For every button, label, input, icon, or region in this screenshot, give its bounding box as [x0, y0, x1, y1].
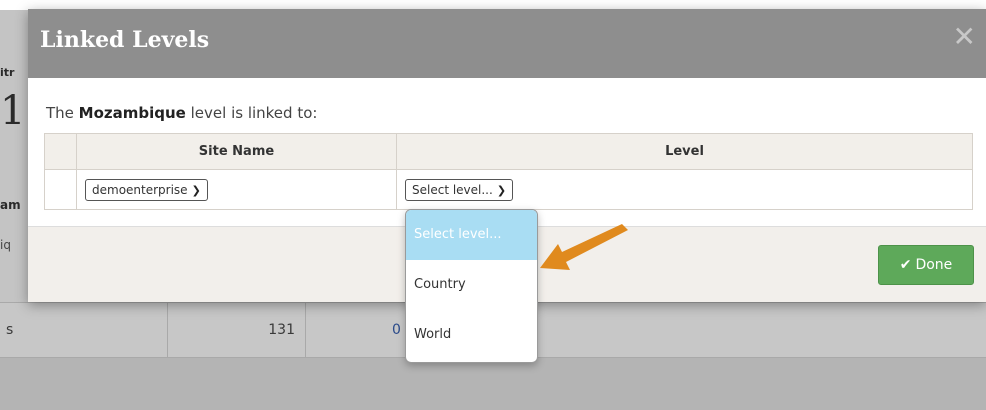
- site-name-select-value: demoenterprise: [92, 182, 188, 197]
- dropdown-option-select-level[interactable]: Select level...: [406, 210, 537, 260]
- background-cell: 131: [168, 303, 306, 357]
- level-cell: Select level... ❯: [396, 169, 973, 210]
- table-row: demoenterprise ❯ Select level... ❯: [44, 169, 973, 210]
- chevron-down-icon: ❯: [496, 183, 507, 197]
- level-select[interactable]: Select level... ❯: [405, 178, 514, 201]
- background-cell: s: [0, 303, 168, 357]
- checkmark-icon: ✔: [899, 257, 912, 273]
- row-index-cell: [44, 169, 77, 210]
- intro-text: The Mozambique level is linked to:: [46, 104, 317, 122]
- level-dropdown-list: Select level... Country World: [405, 209, 538, 363]
- annotation-arrow-icon: [540, 224, 628, 270]
- done-button[interactable]: ✔ Done: [878, 245, 974, 285]
- table-header-row: Site Name Level: [44, 133, 973, 170]
- intro-prefix: The: [46, 104, 79, 122]
- intro-suffix: level is linked to:: [185, 104, 318, 122]
- background-left-strip: [0, 10, 28, 302]
- background-link-cell: 0: [392, 322, 401, 338]
- intro-country: Mozambique: [78, 104, 186, 122]
- modal-header: Linked Levels ✕: [28, 9, 986, 78]
- dropdown-option-world[interactable]: World: [406, 310, 537, 360]
- chevron-down-icon: ❯: [191, 183, 201, 197]
- background-cell-fragment: iq: [0, 238, 11, 252]
- background-column-fragment: am: [0, 198, 21, 212]
- table-header-level: Level: [396, 133, 973, 170]
- modal-body: The Mozambique level is linked to: Site …: [28, 78, 986, 226]
- linked-levels-table: Site Name Level demoenterprise ❯ Select l…: [44, 133, 973, 210]
- table-header-index: [44, 133, 77, 170]
- dropdown-option-country[interactable]: Country: [406, 260, 537, 310]
- modal-title: Linked Levels: [40, 27, 210, 53]
- close-icon[interactable]: ✕: [953, 23, 976, 51]
- site-name-cell: demoenterprise ❯: [76, 169, 397, 210]
- table-header-site-name: Site Name: [76, 133, 397, 170]
- background-heading-fragment: 1:: [0, 91, 28, 131]
- site-name-select[interactable]: demoenterprise ❯: [85, 178, 208, 201]
- done-button-label: Done: [915, 257, 953, 273]
- background-text-fragment: itr: [0, 66, 15, 79]
- level-select-value: Select level...: [412, 182, 493, 197]
